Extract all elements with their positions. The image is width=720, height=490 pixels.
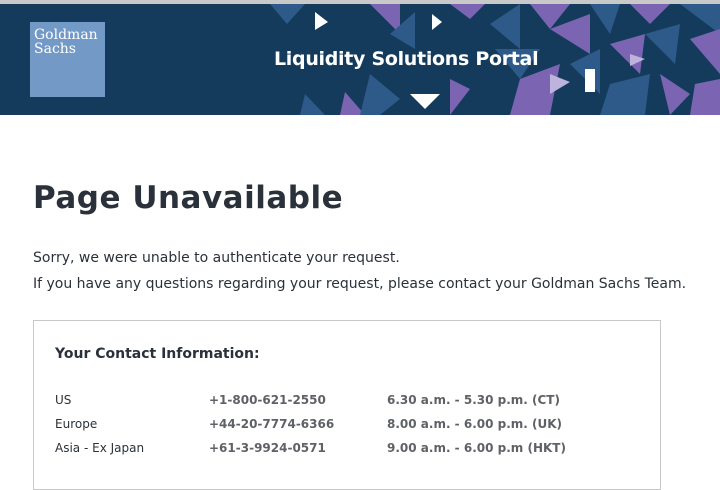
contact-region: US bbox=[55, 393, 72, 407]
contact-region: Europe bbox=[55, 417, 98, 431]
contact-info-box: Your Contact Information: US +1-800-621-… bbox=[33, 320, 661, 490]
contact-row: Asia - Ex Japan +61-3-9924-0571 9.00 a.m… bbox=[55, 436, 660, 460]
contact-phone[interactable]: +1-800-621-2550 bbox=[209, 393, 387, 407]
error-message: Sorry, we were unable to authenticate yo… bbox=[33, 250, 400, 266]
help-message: If you have any questions regarding your… bbox=[33, 276, 687, 292]
logo-text-line1: Goldman bbox=[34, 27, 98, 43]
contact-hours: 8.00 a.m. - 6.00 p.m. (UK) bbox=[387, 417, 563, 431]
logo-text-line2: Sachs bbox=[34, 41, 76, 57]
contact-region: Asia - Ex Japan bbox=[55, 441, 145, 455]
contact-phone[interactable]: +61-3-9924-0571 bbox=[209, 441, 387, 455]
contact-phone[interactable]: +44-20-7774-6366 bbox=[209, 417, 387, 431]
contact-row: US +1-800-621-2550 6.30 a.m. - 5.30 p.m.… bbox=[55, 388, 660, 412]
goldman-sachs-logo[interactable]: Goldman Sachs bbox=[30, 22, 105, 97]
contact-info-title: Your Contact Information: bbox=[55, 346, 260, 362]
contact-hours: 9.00 a.m. - 6.00 p.m (HKT) bbox=[387, 441, 566, 455]
header-banner: Goldman Sachs Liquidity Solutions Portal bbox=[0, 4, 720, 115]
page-title: Page Unavailable bbox=[33, 180, 344, 216]
contact-hours: 6.30 a.m. - 5.30 p.m. (CT) bbox=[387, 393, 560, 407]
main-content: Page Unavailable Sorry, we were unable t… bbox=[0, 115, 720, 490]
contact-row: Europe +44-20-7774-6366 8.00 a.m. - 6.00… bbox=[55, 412, 660, 436]
portal-title: Liquidity Solutions Portal bbox=[274, 48, 539, 70]
